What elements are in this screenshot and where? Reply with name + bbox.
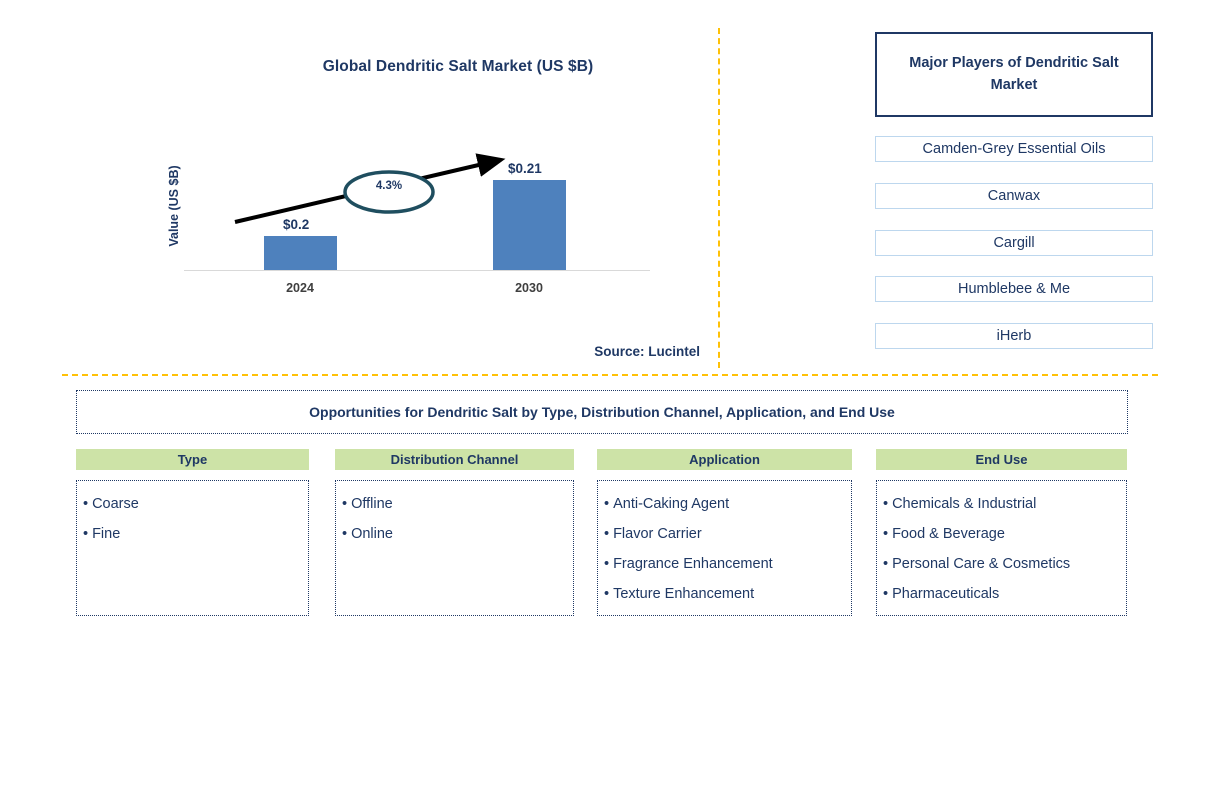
column-header: Distribution Channel (335, 449, 574, 470)
bullet-icon: • (883, 556, 889, 572)
bullet-icon: • (83, 526, 89, 542)
bullet-icon: • (883, 496, 889, 512)
bullet-icon: • (342, 496, 348, 512)
list-item: • Flavor Carrier (604, 519, 847, 549)
column-header: Application (597, 449, 852, 470)
column-header: Type (76, 449, 309, 470)
list-item: • Pharmaceuticals (883, 579, 1122, 609)
bullet-icon: • (604, 526, 610, 542)
list-item-label: Food & Beverage (892, 526, 1005, 542)
bullet-icon: • (604, 586, 610, 602)
source-note: Source: Lucintel (594, 344, 700, 359)
growth-arrow-graphic (234, 153, 506, 224)
opportunity-column-distribution-channel: Distribution Channel • Offline • Online (335, 449, 574, 616)
list-item-label: Chemicals & Industrial (892, 496, 1037, 512)
horizontal-divider (62, 374, 1158, 376)
list-item: • Fragrance Enhancement (604, 549, 847, 579)
column-body: • Chemicals & Industrial • Food & Beverage… (876, 480, 1127, 616)
list-item: • Online (342, 519, 569, 549)
opportunity-column-type: Type • Coarse • Fine (76, 449, 309, 616)
bar-chart: Value (US $B) $0.2 $0.21 2024 2030 4.3% (167, 130, 660, 300)
column-body: • Anti-Caking Agent • Flavor Carrier • Frag… (597, 480, 852, 616)
player-item: Humblebee & Me (875, 276, 1153, 302)
player-item: Camden-Grey Essential Oils (875, 136, 1153, 162)
player-item: iHerb (875, 323, 1153, 349)
column-body: • Offline • Online (335, 480, 574, 616)
list-item: • Texture Enhancement (604, 579, 847, 609)
list-item: • Personal Care & Cosmetics (883, 549, 1122, 579)
bar-2024 (264, 236, 337, 270)
player-item: Canwax (875, 183, 1153, 209)
bullet-icon: • (883, 526, 889, 542)
vertical-divider (718, 28, 720, 368)
list-item: • Food & Beverage (883, 519, 1122, 549)
list-item: • Chemicals & Industrial (883, 489, 1122, 519)
cagr-label: 4.3% (375, 180, 403, 192)
list-item: • Fine (83, 519, 304, 549)
bullet-icon: • (83, 496, 89, 512)
x-tick-2024: 2024 (286, 281, 314, 295)
major-players-header: Major Players of Dendritic Salt Market (875, 32, 1153, 117)
list-item-label: Online (351, 526, 393, 542)
bullet-icon: • (604, 556, 610, 572)
bullet-icon: • (883, 586, 889, 602)
infographic-page: Global Dendritic Salt Market (US $B) Val… (0, 0, 1218, 794)
list-item-label: Fragrance Enhancement (613, 556, 773, 572)
list-item-label: Offline (351, 496, 393, 512)
list-item-label: Coarse (92, 496, 139, 512)
list-item: • Anti-Caking Agent (604, 489, 847, 519)
list-item-label: Fine (92, 526, 121, 542)
bullet-icon: • (604, 496, 610, 512)
list-item-label: Pharmaceuticals (892, 586, 1000, 602)
bar-value-2030: $0.21 (508, 161, 542, 176)
bar-value-2024: $0.2 (283, 217, 310, 232)
opportunities-banner: Opportunities for Dendritic Salt by Type… (76, 390, 1128, 434)
x-tick-2030: 2030 (515, 281, 543, 295)
list-item-label: Personal Care & Cosmetics (892, 556, 1071, 572)
column-body: • Coarse • Fine (76, 480, 309, 616)
list-item-label: Anti-Caking Agent (613, 496, 730, 512)
chart-title: Global Dendritic Salt Market (US $B) (322, 58, 594, 75)
column-header: End Use (876, 449, 1127, 470)
y-axis-label: Value (US $B) (167, 165, 181, 247)
list-item: • Coarse (83, 489, 304, 519)
opportunity-column-end-use: End Use • Chemicals & Industrial • Food & … (876, 449, 1127, 616)
opportunity-column-application: Application • Anti-Caking Agent • Flavor C… (597, 449, 852, 616)
x-axis-line (184, 270, 650, 271)
player-item: Cargill (875, 230, 1153, 256)
bar-2030 (493, 180, 566, 270)
list-item: • Offline (342, 489, 569, 519)
list-item-label: Flavor Carrier (613, 526, 702, 542)
bullet-icon: • (342, 526, 348, 542)
list-item-label: Texture Enhancement (613, 586, 755, 602)
